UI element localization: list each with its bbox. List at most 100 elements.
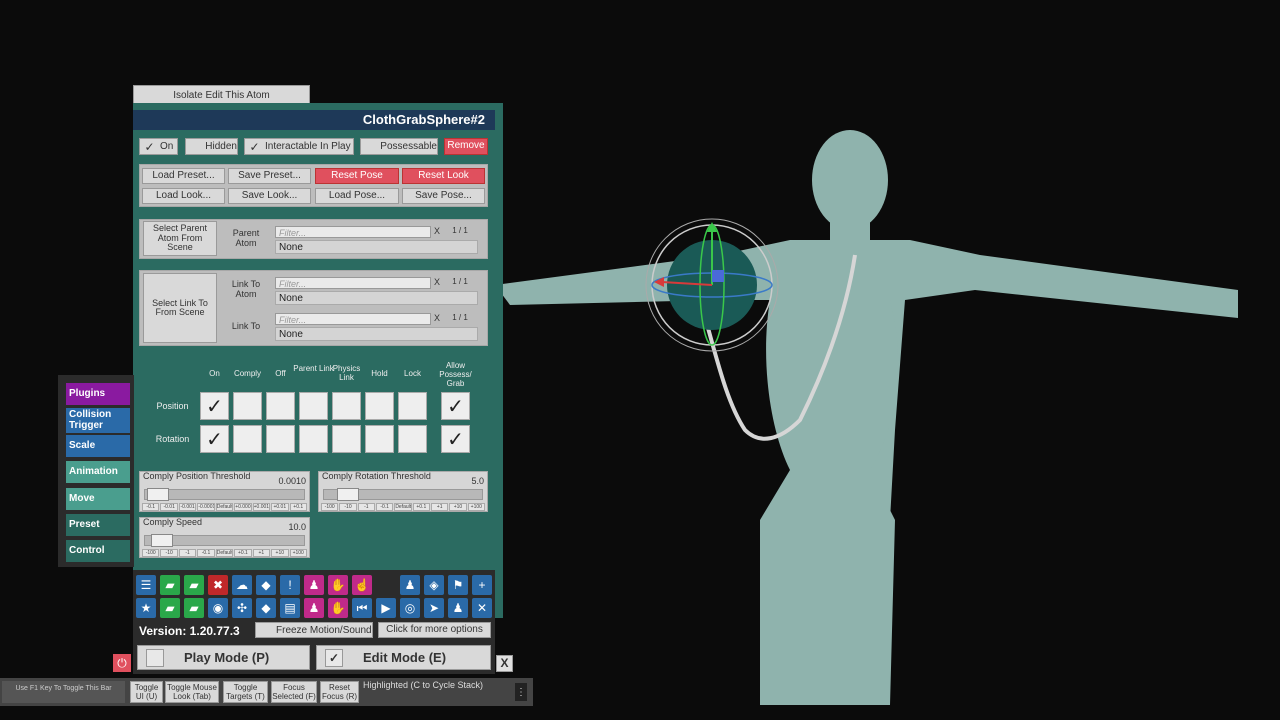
- slider-step-button[interactable]: +0.001: [252, 503, 271, 511]
- select-link-to-button[interactable]: Select Link To From Scene: [143, 273, 217, 343]
- more-options-button[interactable]: Click for more options: [378, 622, 491, 638]
- slider-step-button[interactable]: +0.0001: [234, 503, 252, 511]
- comply-rotation-slider[interactable]: Comply Rotation Threshold 5.0 -100 -10 -1 -0.…: [318, 471, 488, 512]
- side-tab-control[interactable]: Control: [66, 540, 130, 562]
- more-menu-icon[interactable]: ⋮: [515, 683, 527, 701]
- load-pose-button[interactable]: Load Pose...: [315, 188, 399, 204]
- state-toggle-box[interactable]: [398, 425, 427, 453]
- cursor-icon[interactable]: ➤: [424, 598, 444, 618]
- state-toggle-box[interactable]: [365, 425, 394, 453]
- side-tab-preset[interactable]: Preset: [66, 514, 130, 536]
- slider-step-button[interactable]: -0.0001: [197, 503, 215, 511]
- slider-handle[interactable]: [146, 488, 169, 501]
- slider-step-button[interactable]: Default: [394, 503, 412, 511]
- target-icon[interactable]: ◎: [400, 598, 420, 618]
- unity-icon[interactable]: ◈: [424, 575, 444, 595]
- state-toggle-box[interactable]: ✓: [200, 425, 229, 453]
- on-toggle[interactable]: ✓ On: [139, 138, 178, 155]
- link-to-select[interactable]: None: [275, 327, 478, 341]
- slider-step-button[interactable]: -1: [178, 549, 197, 557]
- hand-icon[interactable]: ✋: [328, 575, 348, 595]
- slider-step-button[interactable]: +0.1: [234, 549, 252, 557]
- folder-camera-icon[interactable]: ▰: [184, 598, 204, 618]
- power-icon[interactable]: ⏻: [113, 654, 131, 672]
- slider-step-button[interactable]: +100: [467, 503, 485, 511]
- play-mode-button[interactable]: Play Mode (P): [137, 645, 310, 670]
- cloud-icon[interactable]: ☁: [232, 575, 252, 595]
- link-to-filter-clear-button[interactable]: X: [432, 313, 442, 324]
- toggle-targets-button[interactable]: Toggle Targets (T): [223, 681, 268, 703]
- interactable-in-play-toggle[interactable]: ✓ Interactable In Play: [244, 138, 354, 155]
- slider-step-button[interactable]: -10: [160, 549, 178, 557]
- state-toggle-box[interactable]: [233, 392, 262, 420]
- select-parent-atom-button[interactable]: Select Parent Atom From Scene: [143, 221, 217, 256]
- folder-plus-icon[interactable]: ▰: [160, 598, 180, 618]
- slider-step-button[interactable]: +1: [252, 549, 271, 557]
- state-toggle-box[interactable]: ✓: [441, 425, 470, 453]
- slider-step-button[interactable]: +0.01: [271, 503, 289, 511]
- slider-step-button[interactable]: +10: [449, 503, 467, 511]
- menu-icon[interactable]: ☰: [136, 575, 156, 595]
- state-toggle-box[interactable]: [332, 425, 361, 453]
- state-toggle-box[interactable]: ✓: [200, 392, 229, 420]
- slider-step-button[interactable]: -1: [357, 503, 375, 511]
- side-tab-scale[interactable]: Scale: [66, 435, 130, 457]
- info-icon[interactable]: !: [280, 575, 300, 595]
- folder-icon[interactable]: ▰: [184, 575, 204, 595]
- slider-step-button[interactable]: -0.001: [178, 503, 197, 511]
- freeze-motion-toggle[interactable]: Freeze Motion/Sound: [255, 622, 373, 638]
- document-icon[interactable]: ▤: [280, 598, 300, 618]
- link-atom-filter-clear-button[interactable]: X: [432, 277, 442, 288]
- side-tab-collision-trigger[interactable]: Collision Trigger: [66, 408, 130, 433]
- touch-icon[interactable]: ☝: [352, 575, 372, 595]
- folder-open-icon[interactable]: ▰: [160, 575, 180, 595]
- tools-icon[interactable]: ✕: [472, 598, 492, 618]
- star-icon[interactable]: ★: [136, 598, 156, 618]
- possessable-toggle[interactable]: Possessable: [360, 138, 438, 155]
- person-icon[interactable]: ♟: [400, 575, 420, 595]
- side-tab-animation[interactable]: Animation: [66, 461, 130, 483]
- link-to-filter-input[interactable]: Filter...: [275, 313, 431, 325]
- save-preset-button[interactable]: Save Preset...: [228, 168, 311, 184]
- slider-step-button[interactable]: -100: [321, 503, 339, 511]
- slider-step-button[interactable]: +1: [430, 503, 449, 511]
- state-toggle-box[interactable]: ✓: [441, 392, 470, 420]
- load-look-button[interactable]: Load Look...: [142, 188, 225, 204]
- play-icon[interactable]: ▶: [376, 598, 396, 618]
- link-to-atom-select[interactable]: None: [275, 291, 478, 305]
- slider-step-button[interactable]: -0.01: [160, 503, 178, 511]
- skip-back-icon[interactable]: ⏮: [352, 598, 372, 618]
- link-atom-filter-input[interactable]: Filter...: [275, 277, 431, 289]
- toggle-mouse-look-button[interactable]: Toggle Mouse Look (Tab): [165, 681, 219, 703]
- network-icon[interactable]: ✣: [232, 598, 252, 618]
- add-icon[interactable]: +: [472, 575, 492, 595]
- load-preset-button[interactable]: Load Preset...: [142, 168, 225, 184]
- parent-atom-select[interactable]: None: [275, 240, 478, 254]
- people-icon[interactable]: ♟: [448, 598, 468, 618]
- person-settings-icon[interactable]: ♟: [304, 575, 324, 595]
- slider-step-button[interactable]: Default: [215, 549, 234, 557]
- side-tab-move[interactable]: Move: [66, 488, 130, 510]
- hand-gear-icon[interactable]: ✋: [328, 598, 348, 618]
- reset-look-button[interactable]: Reset Look: [402, 168, 485, 184]
- slider-step-button[interactable]: +10: [271, 549, 289, 557]
- slider-handle[interactable]: [337, 488, 359, 501]
- parent-filter-clear-button[interactable]: X: [432, 226, 442, 237]
- flag-icon[interactable]: ⚑: [448, 575, 468, 595]
- slider-step-button[interactable]: +0.1: [412, 503, 430, 511]
- state-toggle-box[interactable]: [332, 392, 361, 420]
- delete-icon[interactable]: ✖: [208, 575, 228, 595]
- state-toggle-box[interactable]: [266, 425, 295, 453]
- slider-step-button[interactable]: +0.1: [289, 503, 307, 511]
- reset-pose-button[interactable]: Reset Pose: [315, 168, 399, 184]
- slider-handle[interactable]: [151, 534, 174, 547]
- slider-step-button[interactable]: Default: [215, 503, 234, 511]
- package-arrow-icon[interactable]: ◆: [256, 598, 276, 618]
- slider-step-button[interactable]: -100: [142, 549, 160, 557]
- save-pose-button[interactable]: Save Pose...: [402, 188, 485, 204]
- state-toggle-box[interactable]: [299, 425, 328, 453]
- parent-filter-input[interactable]: Filter...: [275, 226, 431, 238]
- save-look-button[interactable]: Save Look...: [228, 188, 311, 204]
- state-toggle-box[interactable]: [365, 392, 394, 420]
- state-toggle-box[interactable]: [398, 392, 427, 420]
